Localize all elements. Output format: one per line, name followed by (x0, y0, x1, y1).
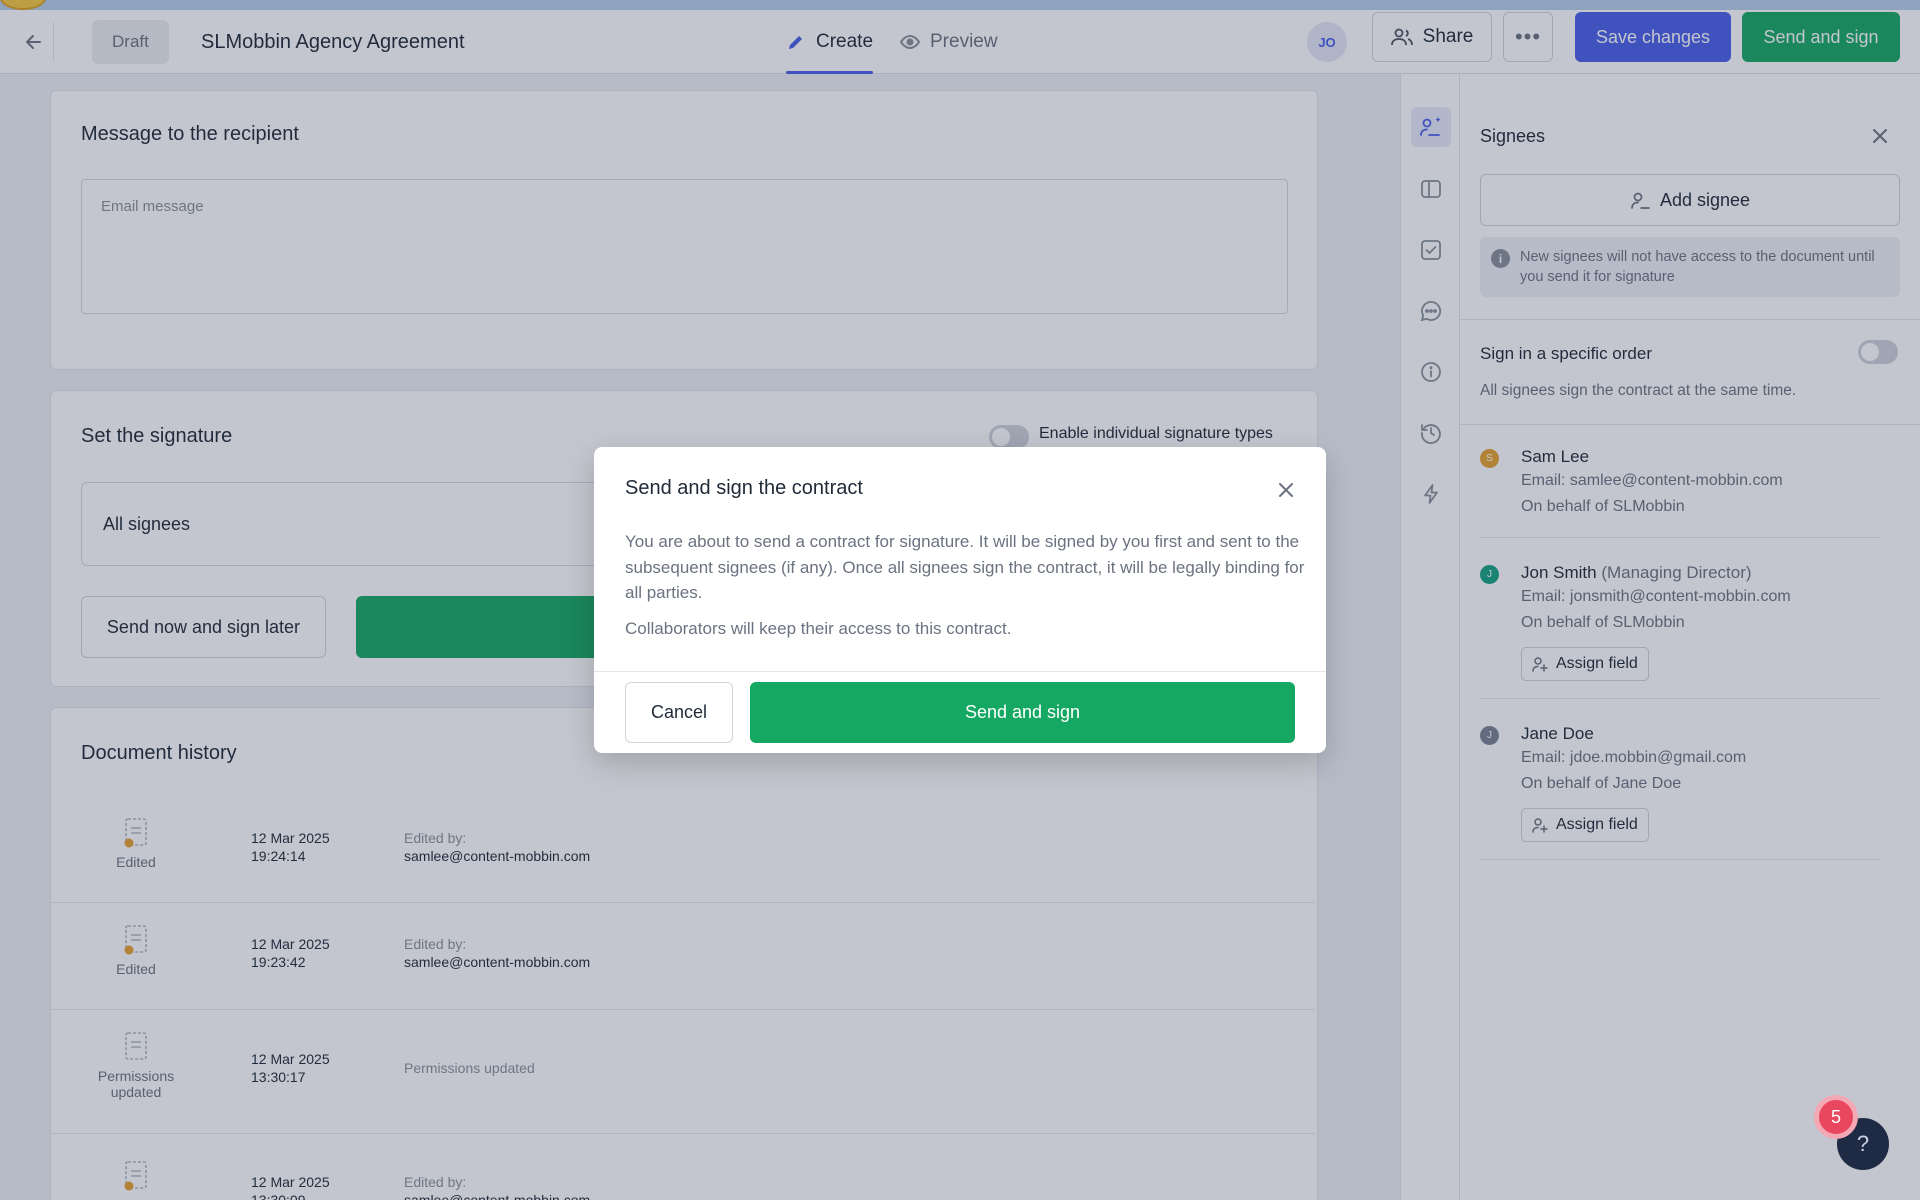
dialog-close-button[interactable] (1274, 478, 1298, 502)
cancel-button[interactable]: Cancel (625, 682, 733, 743)
dialog-body-text: You are about to send a contract for sig… (625, 532, 1305, 602)
dialog-body-note: Collaborators will keep their access to … (625, 618, 1012, 638)
notification-badge[interactable]: 5 (1814, 1095, 1858, 1139)
close-icon (1279, 483, 1293, 497)
dialog-divider (594, 671, 1326, 672)
help-icon: ? (1856, 1131, 1870, 1156)
confirm-send-and-sign-button[interactable]: Send and sign (750, 682, 1295, 743)
dialog-body: You are about to send a contract for sig… (625, 529, 1305, 641)
dialog-title: Send and sign the contract (625, 477, 863, 499)
send-and-sign-dialog: Send and sign the contract You are about… (594, 447, 1326, 753)
